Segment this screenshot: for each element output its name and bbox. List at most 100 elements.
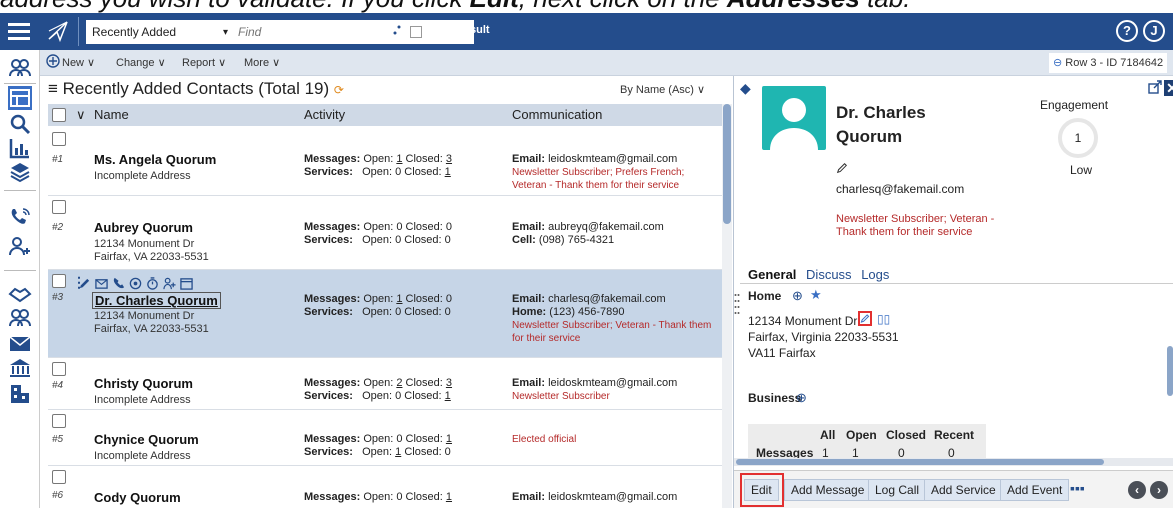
vertical-scrollbar-thumb[interactable] (1167, 346, 1173, 396)
building-floorplan-icon[interactable] (8, 382, 32, 406)
row-checkbox[interactable] (52, 132, 66, 146)
share-icon[interactable] (1148, 80, 1162, 94)
home-phone-value[interactable]: (123) 456-7890 (549, 306, 624, 318)
report-menu[interactable]: Report ∨ (182, 56, 226, 69)
detail-vertical-scrollbar[interactable] (1166, 286, 1173, 458)
row-checkbox[interactable] (52, 362, 66, 376)
search-icon[interactable] (8, 112, 32, 136)
contacts-list-icon[interactable] (8, 86, 32, 110)
more-menu[interactable]: More ∨ (244, 56, 280, 69)
user-account-button[interactable]: J (1143, 20, 1165, 42)
add-person-icon[interactable] (163, 277, 176, 290)
previous-record-icon[interactable]: ‹ (1128, 481, 1146, 499)
refresh-icon[interactable]: ⟳ (334, 83, 344, 97)
add-address-icon[interactable]: ⊕ (792, 288, 803, 304)
table-row[interactable]: #5 Chynice Quorum Incomplete Address Mes… (48, 410, 722, 466)
row-checkbox[interactable] (52, 414, 66, 428)
horizontal-scrollbar-thumb[interactable] (736, 459, 1104, 465)
contact-name-link[interactable]: Aubrey Quorum (94, 220, 193, 235)
list-selector[interactable]: Recently Added ▾ (86, 20, 234, 44)
pencil-icon[interactable] (78, 277, 91, 290)
more-actions-button[interactable]: ▪▪▪ (1070, 480, 1085, 496)
list-scrollbar[interactable] (722, 104, 732, 508)
tab-logs[interactable]: Logs (861, 267, 889, 282)
list-scrollbar-thumb[interactable] (723, 104, 731, 224)
email-value[interactable]: charlesq@fakemail.com (548, 293, 666, 305)
layers-icon[interactable] (8, 160, 32, 184)
table-row[interactable]: #1 Ms. Angela Quorum Incomplete Address … (48, 126, 722, 196)
mail-icon[interactable] (95, 277, 108, 290)
table-row[interactable]: #6 Cody Quorum Messages: Open: 0 Closed:… (48, 466, 722, 508)
add-message-button[interactable]: Add Message (784, 479, 872, 501)
hamburger-menu-icon[interactable] (8, 22, 30, 40)
next-record-icon[interactable]: › (1150, 481, 1168, 499)
email-value[interactable]: leidoskmteam@gmail.com (548, 491, 677, 503)
phone-icon[interactable] (112, 277, 125, 290)
filter-sliders-icon[interactable] (388, 21, 406, 39)
edit-button[interactable]: Edit (744, 479, 779, 501)
list-menu-icon[interactable]: ≡ (48, 79, 58, 98)
email-value[interactable]: leidoskmteam@gmail.com (548, 153, 677, 165)
column-communication[interactable]: Communication (512, 107, 602, 122)
add-business-icon[interactable]: ⊕ (796, 390, 807, 406)
change-menu[interactable]: Change ∨ (116, 56, 166, 69)
detail-horizontal-scrollbar[interactable] (734, 458, 1173, 466)
people-icon[interactable] (8, 56, 32, 80)
tab-discuss[interactable]: Discuss (806, 267, 852, 282)
new-menu[interactable]: New ∨ (62, 56, 95, 69)
tab-general[interactable]: General (748, 267, 796, 282)
app-logo-icon[interactable] (46, 19, 70, 43)
activity-cell: Messages: Open: 1 Closed: 0 Services: Op… (304, 293, 452, 319)
services-closed-link[interactable]: 1 (445, 166, 451, 178)
close-icon[interactable]: ✕ (1164, 80, 1173, 96)
contact-name-link[interactable]: Chynice Quorum (94, 432, 199, 447)
services-label: Services: (304, 390, 353, 402)
table-row[interactable]: #4 Christy Quorum Incomplete Address Mes… (48, 358, 722, 410)
contact-email[interactable]: charlesq@fakemail.com (836, 182, 966, 197)
column-activity[interactable]: Activity (304, 107, 345, 122)
table-row[interactable]: #2 Aubrey Quorum 12134 Monument Dr Fairfa… (48, 196, 722, 270)
phone-call-icon[interactable] (8, 206, 32, 230)
add-service-button[interactable]: Add Service (924, 479, 1003, 501)
timer-icon[interactable] (146, 276, 159, 290)
row-checkbox[interactable] (52, 470, 66, 484)
primary-star-icon[interactable]: ★ (810, 287, 822, 303)
add-circle-icon[interactable] (46, 54, 60, 68)
contact-name-link[interactable]: Christy Quorum (94, 376, 193, 391)
messages-closed-link[interactable]: 1 (446, 433, 452, 445)
services-closed-link[interactable]: 1 (445, 390, 451, 402)
email-value[interactable]: leidoskmteam@gmail.com (548, 377, 677, 389)
mail-icon[interactable] (8, 332, 32, 356)
reports-chart-icon[interactable] (8, 136, 32, 160)
select-all-menu-toggle[interactable]: ∨ (76, 107, 86, 123)
avatar[interactable] (762, 86, 826, 150)
messages-closed-link[interactable]: 3 (446, 153, 452, 165)
map-book-icon[interactable]: ▯▯ (877, 312, 890, 326)
expand-pane-icon[interactable]: ◆ (740, 80, 751, 97)
filter-result-checkbox[interactable] (410, 26, 422, 38)
sort-dropdown[interactable]: By Name (Asc) ∨ (620, 83, 705, 96)
column-name[interactable]: Name (94, 107, 129, 122)
groups-icon[interactable] (8, 306, 32, 330)
institution-icon[interactable] (8, 356, 32, 380)
handshake-icon[interactable] (8, 282, 32, 306)
contact-name-link[interactable]: Ms. Angela Quorum (94, 152, 216, 167)
help-button[interactable]: ? (1116, 20, 1138, 42)
log-call-button[interactable]: Log Call (868, 479, 927, 501)
cell-value[interactable]: (098) 765-4321 (539, 234, 614, 246)
row-checkbox[interactable] (52, 200, 66, 214)
add-event-button[interactable]: Add Event (1000, 479, 1070, 501)
edit-address-pencil-icon[interactable] (858, 311, 872, 326)
messages-closed-link[interactable]: 1 (446, 491, 452, 503)
contact-name-link[interactable]: Dr. Charles Quorum (92, 292, 221, 309)
select-all-checkbox[interactable] (52, 108, 66, 122)
pane-resize-handle-icon[interactable] (734, 291, 740, 321)
messages-closed-link[interactable]: 3 (446, 377, 452, 389)
edit-pencil-icon[interactable] (836, 162, 848, 174)
target-icon[interactable] (129, 277, 142, 290)
contact-name-link[interactable]: Cody Quorum (94, 490, 181, 505)
row-checkbox[interactable] (52, 274, 66, 288)
add-person-icon[interactable] (8, 234, 32, 258)
calendar-icon[interactable] (180, 277, 193, 290)
email-value[interactable]: aubreyq@fakemail.com (548, 221, 664, 233)
